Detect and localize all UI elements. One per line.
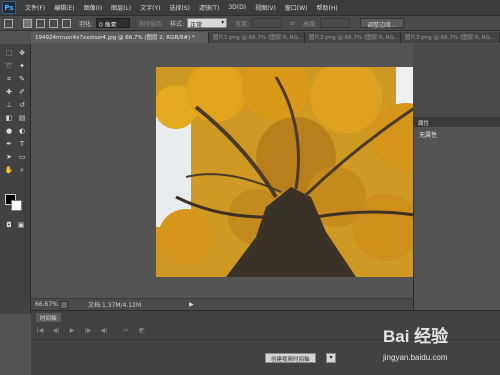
swap-icon[interactable]: ⇄: [290, 20, 295, 27]
menu-type[interactable]: 文字(Y): [140, 3, 160, 12]
refine-edge-button[interactable]: 调整边缘...: [360, 18, 404, 29]
menu-view[interactable]: 视图(V): [255, 3, 276, 12]
tab-document[interactable]: 图片3.png @ 66.7% (图层 0, RG...: [401, 32, 500, 43]
ginkgo-tree-photo[interactable]: [156, 67, 438, 277]
properties-empty-text: 无属性: [419, 132, 438, 139]
properties-panel-title[interactable]: 属性: [414, 117, 500, 127]
feather-label: 羽化:: [79, 20, 94, 28]
menu-window[interactable]: 窗口(W): [285, 3, 308, 12]
panel-dock: [413, 44, 500, 117]
document-tab-bar: 194924mruxr4x7xxztszr4.jpg @ 66.7% (图层 2…: [31, 32, 500, 43]
hand-tool-icon[interactable]: ✋: [4, 165, 14, 175]
ginkgo-tree-image: [156, 67, 438, 277]
tab-timeline[interactable]: 时间轴: [36, 313, 61, 322]
style-select[interactable]: 正常: [187, 18, 228, 29]
height-label: 高度:: [303, 20, 318, 28]
zoom-level[interactable]: 66.67%: [35, 301, 58, 308]
type-tool-icon[interactable]: T: [17, 139, 27, 149]
antialias-checkbox[interactable]: 消除锯齿: [138, 19, 162, 28]
watermark-url: jingyan.baidu.com: [383, 353, 448, 362]
create-video-timeline-button[interactable]: 创建视频时间轴: [265, 353, 316, 363]
menu-image[interactable]: 图像(I): [84, 3, 102, 12]
marquee-tool-icon[interactable]: ⬚: [4, 48, 14, 58]
pen-tool-icon[interactable]: ✒: [4, 139, 14, 149]
feather-input[interactable]: 0 像素: [96, 18, 131, 28]
next-frame-icon[interactable]: |▶: [83, 326, 93, 336]
document-size: 文档:1.37M/4.12M: [88, 302, 142, 309]
canvas-area[interactable]: [31, 44, 438, 298]
baidu-jingyan-watermark: Bai 经验 jingyan.baidu.com: [383, 322, 500, 372]
width-input[interactable]: [252, 18, 283, 28]
shape-tool-icon[interactable]: ▭: [17, 152, 27, 162]
tab-document[interactable]: 图片1.png @ 66.7% (图层 0, RG...: [209, 32, 305, 43]
menu-edit[interactable]: 编辑(E): [54, 3, 74, 12]
move-tool-icon[interactable]: ✥: [17, 48, 27, 58]
watermark-logo: Bai 经验: [383, 327, 449, 346]
menu-filter[interactable]: 滤镜(T): [199, 3, 219, 12]
screen-mode-icon[interactable]: ▣: [16, 220, 26, 230]
play-icon[interactable]: ▶: [67, 326, 77, 336]
audio-icon[interactable]: ◀): [99, 326, 109, 336]
status-bar: 66.67% 文档:1.37M/4.12M ▶: [31, 298, 413, 310]
transition-icon[interactable]: ◩: [137, 326, 147, 336]
eraser-tool-icon[interactable]: ◧: [4, 113, 14, 123]
magic-wand-tool-icon[interactable]: ✦: [17, 61, 27, 71]
status-menu-arrow-icon[interactable]: ▶: [189, 301, 194, 308]
background-color-swatch[interactable]: [11, 200, 22, 211]
path-selection-tool-icon[interactable]: ➤: [4, 152, 14, 162]
lasso-tool-icon[interactable]: ➰: [4, 61, 14, 71]
gradient-tool-icon[interactable]: ▤: [17, 113, 27, 123]
split-scissors-icon[interactable]: ✂: [121, 326, 131, 336]
intersect-selection-icon[interactable]: [62, 18, 71, 28]
blur-tool-icon[interactable]: ●: [4, 126, 14, 136]
status-options-icon[interactable]: [60, 300, 68, 309]
tab-document-active[interactable]: 194924mruxr4x7xxztszr4.jpg @ 66.7% (图层 2…: [31, 32, 209, 43]
subtract-selection-icon[interactable]: [49, 18, 58, 28]
previous-frame-icon[interactable]: ◀|: [51, 326, 61, 336]
chevron-down-icon[interactable]: ▾: [326, 353, 336, 363]
history-brush-tool-icon[interactable]: ↺: [17, 100, 27, 110]
healing-brush-tool-icon[interactable]: ✚: [4, 87, 14, 97]
eyedropper-tool-icon[interactable]: ✎: [17, 74, 27, 84]
menu-select[interactable]: 选择(S): [169, 3, 190, 12]
dodge-tool-icon[interactable]: ◐: [17, 126, 27, 136]
menu-file[interactable]: 文件(F): [25, 3, 45, 12]
height-input[interactable]: [320, 18, 351, 28]
photoshop-logo-icon: Ps: [2, 1, 16, 14]
timeline-controls: |◀ ◀| ▶ |▶ ◀) ✂ ◩: [35, 325, 153, 337]
tab-document[interactable]: 图片2.png @ 66.7% (图层 0, RG...: [305, 32, 401, 43]
crop-tool-icon[interactable]: ⌗: [4, 74, 14, 84]
menu-layer[interactable]: 图层(L): [111, 3, 131, 12]
quick-mask-icon[interactable]: ◘: [4, 220, 14, 230]
brush-tool-icon[interactable]: ✐: [17, 87, 27, 97]
width-label: 宽度:: [235, 20, 250, 28]
add-selection-icon[interactable]: [36, 18, 45, 28]
menu-3d[interactable]: 3D(D): [228, 4, 246, 11]
clone-stamp-tool-icon[interactable]: ⊥: [4, 100, 14, 110]
options-bar: 羽化: 0 像素 消除锯齿 样式: 正常 宽度: ⇄ 高度: 调整边缘...: [0, 15, 500, 31]
new-selection-icon[interactable]: [23, 18, 32, 28]
toolbox: ◘ ▣ ⬚ ✥ ➰ ✦ ⌗ ✎ ✚ ✐ ⊥ ↺ ◧ ▤ ● ◐ ✒ T ➤ ▭ ✋ ⌕: [0, 44, 31, 314]
properties-panel: 属性 无属性: [413, 117, 500, 313]
menu-bar: Ps 文件(F) 编辑(E) 图像(I) 图层(L) 文字(Y) 选择(S) 滤…: [0, 0, 500, 15]
menu-help[interactable]: 帮助(H): [317, 3, 338, 12]
go-to-first-frame-icon[interactable]: |◀: [35, 326, 45, 336]
zoom-tool-icon[interactable]: ⌕: [17, 165, 27, 175]
marquee-preset-icon[interactable]: [4, 18, 13, 28]
style-label: 样式:: [170, 20, 185, 28]
